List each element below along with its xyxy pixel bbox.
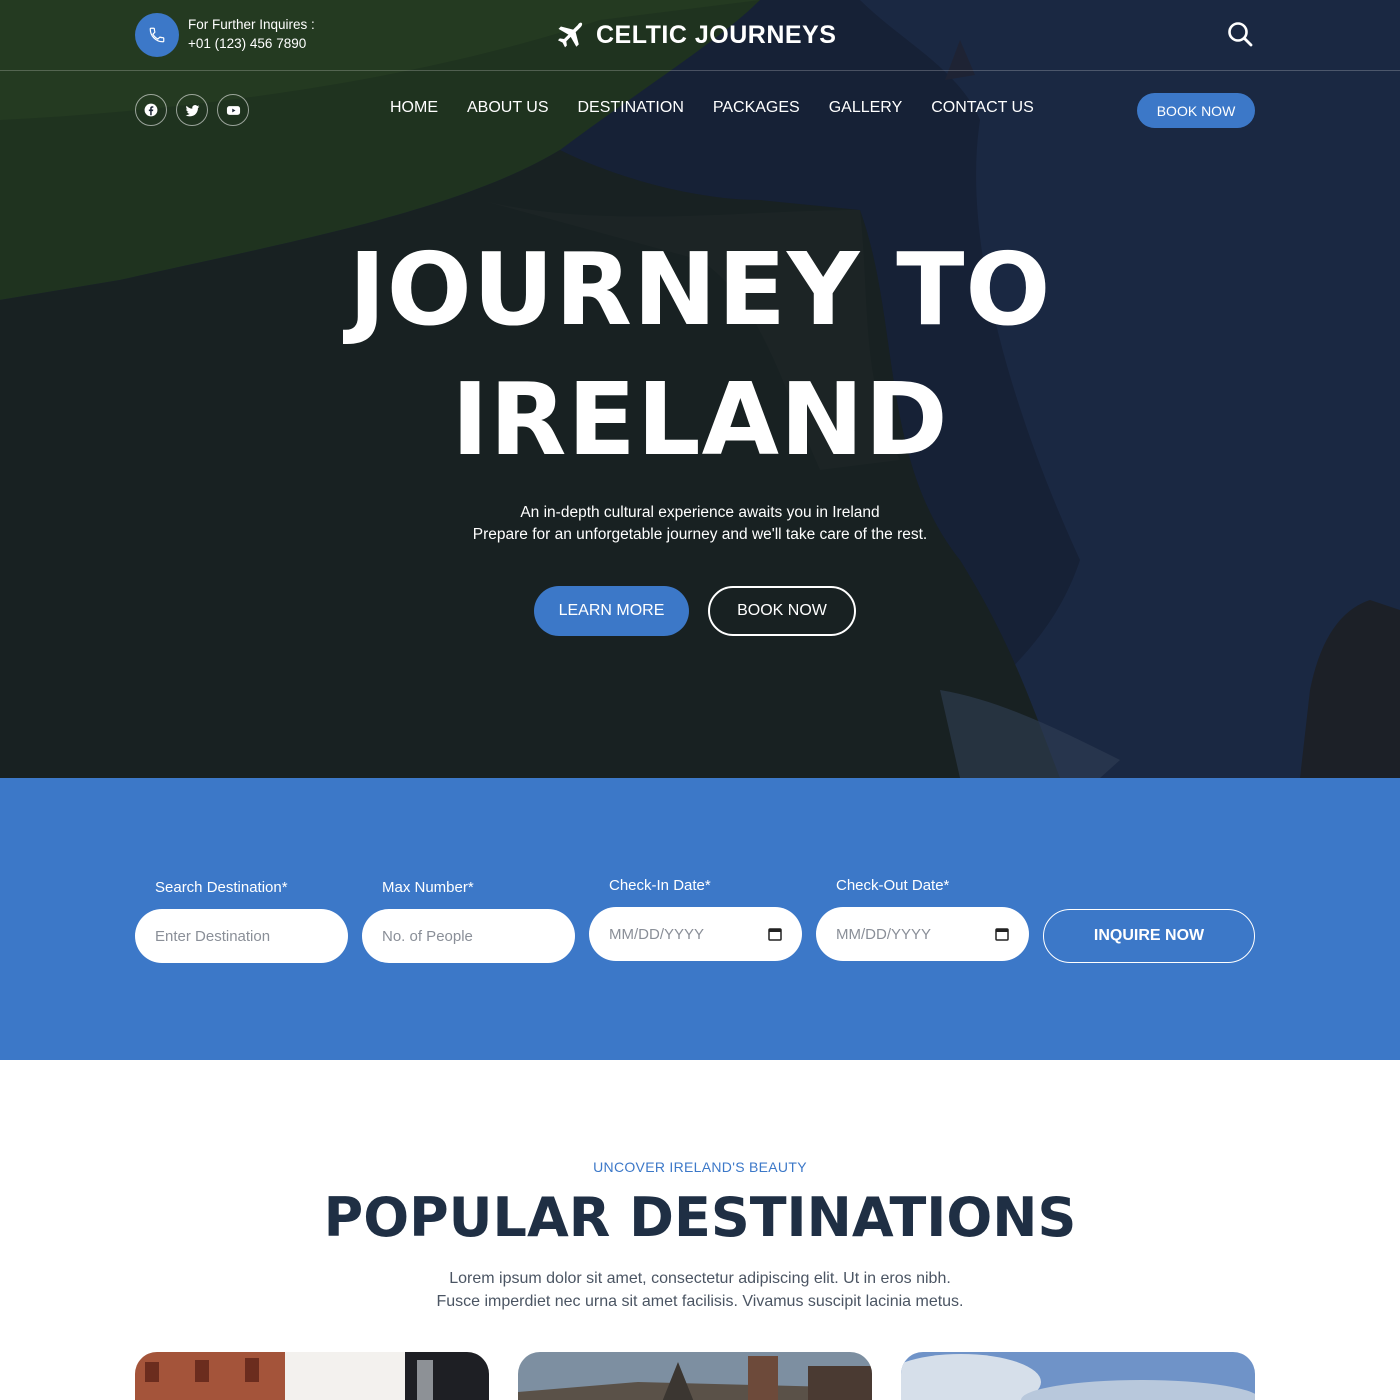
- destination-card-image: [901, 1352, 1255, 1400]
- check-in-placeholder: MM/DD/YYYY: [609, 925, 705, 943]
- youtube-icon: [226, 105, 240, 115]
- destination-input[interactable]: Enter Destination: [135, 909, 348, 963]
- brand-name: CELTIC JOURNEYS: [596, 20, 837, 49]
- check-in-label: Check-In Date*: [609, 877, 711, 894]
- nav-gallery[interactable]: GALLERY: [829, 99, 903, 117]
- airplane-icon: [557, 22, 583, 48]
- check-out-placeholder: MM/DD/YYYY: [836, 925, 932, 943]
- youtube-link[interactable]: [217, 94, 249, 126]
- brand-logo[interactable]: CELTIC JOURNEYS: [552, 16, 836, 54]
- nav-contact-us[interactable]: CONTACT US: [931, 99, 1034, 117]
- nav-home[interactable]: HOME: [390, 99, 438, 117]
- phone-icon: [149, 27, 165, 43]
- learn-more-button[interactable]: LEARN MORE: [534, 586, 689, 636]
- facebook-icon: [144, 103, 158, 117]
- nav-destination[interactable]: DESTINATION: [578, 99, 684, 117]
- destination-card-image: [135, 1352, 489, 1400]
- nav-about-us[interactable]: ABOUT US: [467, 99, 549, 117]
- inquire-now-button[interactable]: INQUIRE NOW: [1043, 909, 1255, 963]
- destination-card[interactable]: [135, 1352, 489, 1400]
- destination-card[interactable]: [901, 1352, 1255, 1400]
- destination-placeholder: Enter Destination: [155, 927, 271, 945]
- max-number-input[interactable]: No. of People: [362, 909, 575, 963]
- main-nav: HOME ABOUT US DESTINATION PACKAGES GALLE…: [390, 99, 1063, 117]
- hero-book-now-button[interactable]: BOOK NOW: [708, 586, 856, 636]
- top-bar: For Further Inquires : +01 (123) 456 789…: [0, 0, 1400, 71]
- hero-subtitle-line-1: An in-depth cultural experience awaits y…: [520, 504, 880, 521]
- calendar-icon[interactable]: [768, 927, 782, 941]
- check-out-date-input[interactable]: MM/DD/YYYY: [816, 907, 1029, 961]
- search-button[interactable]: [1226, 20, 1254, 48]
- hero-title-line-1: JOURNEY TO: [348, 231, 1052, 348]
- check-out-label: Check-Out Date*: [836, 877, 950, 894]
- search-icon: [1228, 22, 1253, 47]
- hero-section: For Further Inquires : +01 (123) 456 789…: [0, 0, 1400, 778]
- phone-button[interactable]: [135, 13, 179, 57]
- header-book-now-button[interactable]: BOOK NOW: [1137, 93, 1255, 128]
- check-in-date-input[interactable]: MM/DD/YYYY: [589, 907, 802, 961]
- destination-card[interactable]: [518, 1352, 872, 1400]
- phone-number[interactable]: +01 (123) 456 7890: [188, 36, 306, 51]
- hero-title-line-2: IRELAND: [451, 361, 949, 478]
- nav-packages[interactable]: PACKAGES: [713, 99, 800, 117]
- section-title: POPULAR DESTINATIONS: [323, 1186, 1077, 1249]
- hero-subtitle-line-2: Prepare for an unforgetable journey and …: [472, 526, 928, 543]
- max-number-label: Max Number*: [382, 879, 474, 896]
- calendar-icon[interactable]: [995, 927, 1009, 941]
- max-number-placeholder: No. of People: [382, 927, 473, 945]
- destination-label: Search Destination*: [155, 879, 288, 896]
- section-description-line-1: Lorem ipsum dolor sit amet, consectetur …: [449, 1270, 951, 1287]
- destination-card-image: [518, 1352, 872, 1400]
- inquiry-label: For Further Inquires :: [188, 17, 315, 32]
- twitter-link[interactable]: [176, 94, 208, 126]
- twitter-icon: [185, 104, 199, 116]
- facebook-link[interactable]: [135, 94, 167, 126]
- section-eyebrow: UNCOVER IRELAND'S BEAUTY: [593, 1159, 807, 1175]
- section-description-line-2: Fusce imperdiet nec urna sit amet facili…: [436, 1293, 964, 1310]
